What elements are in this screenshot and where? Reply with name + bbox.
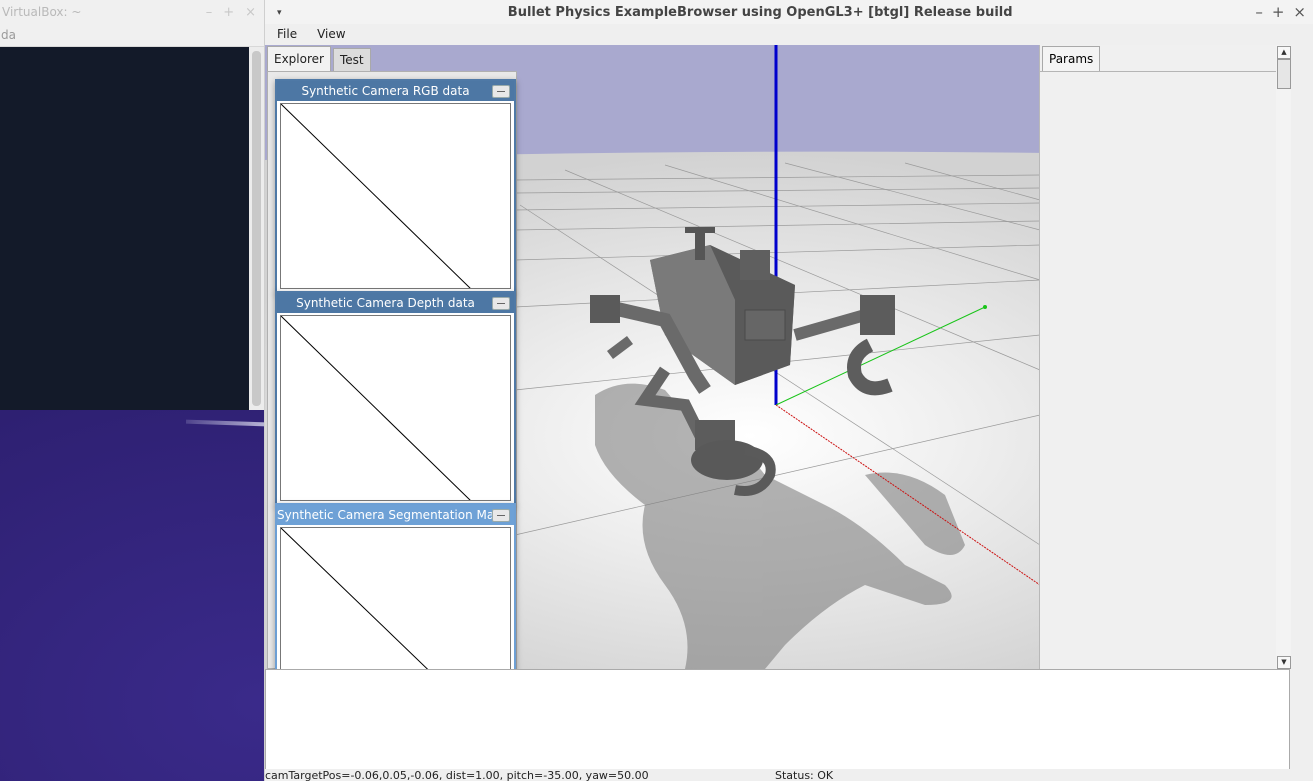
camera-rgb-titlebar[interactable]: Synthetic Camera RGB data bbox=[277, 81, 514, 101]
y-axis-marker bbox=[983, 305, 987, 309]
menu-file[interactable]: File bbox=[265, 27, 305, 41]
camera-depth-title: Synthetic Camera Depth data bbox=[296, 296, 475, 310]
main-window-title: Bullet Physics ExampleBrowser using Open… bbox=[507, 4, 1013, 20]
bg-close-button[interactable]: × bbox=[245, 5, 256, 20]
minimize-button[interactable]: – bbox=[1255, 3, 1263, 21]
empty-image-icon bbox=[281, 104, 471, 288]
camera-depth-titlebar[interactable]: Synthetic Camera Depth data bbox=[277, 293, 514, 313]
scrollbar-thumb[interactable] bbox=[1277, 59, 1291, 89]
maximize-button[interactable]: + bbox=[1272, 3, 1285, 21]
camera-depth-canvas bbox=[280, 315, 511, 501]
camera-rgb-canvas bbox=[280, 103, 511, 289]
params-body[interactable] bbox=[1040, 71, 1277, 669]
tab-explorer[interactable]: Explorer bbox=[267, 46, 331, 71]
camera-segmentation-titlebar[interactable]: Synthetic Camera Segmentation Mask bbox=[277, 505, 514, 525]
bg-menu-item[interactable]: da bbox=[1, 28, 16, 42]
terminal-area[interactable] bbox=[0, 47, 249, 410]
params-panel: Params bbox=[1039, 45, 1277, 669]
minimize-icon[interactable] bbox=[492, 85, 510, 98]
scroll-down-icon[interactable]: ▼ bbox=[1277, 656, 1291, 669]
explorer-tabs: Explorer Test bbox=[267, 46, 371, 71]
main-titlebar[interactable]: ▾ Bullet Physics ExampleBrowser using Op… bbox=[265, 0, 1313, 24]
minimize-icon[interactable] bbox=[492, 509, 510, 522]
console-output[interactable] bbox=[265, 669, 1290, 771]
camera-rgb-title: Synthetic Camera RGB data bbox=[301, 84, 470, 98]
tab-test[interactable]: Test bbox=[332, 48, 371, 71]
main-menubar: File View bbox=[265, 24, 1313, 44]
camera-rgb-window[interactable]: Synthetic Camera RGB data bbox=[275, 79, 516, 294]
bg-minimize-button[interactable]: – bbox=[206, 5, 213, 20]
menu-view[interactable]: View bbox=[305, 27, 353, 41]
close-button[interactable]: × bbox=[1293, 3, 1306, 21]
bg-scrollbar-thumb[interactable] bbox=[252, 51, 261, 406]
status-bar: camTargetPos=-0.06,0.05,-0.06, dist=1.00… bbox=[265, 769, 1313, 781]
right-scrollbar[interactable]: ▲ ▼ bbox=[1276, 45, 1291, 669]
camera-segmentation-title: Synthetic Camera Segmentation Mask bbox=[277, 508, 508, 522]
explorer-panel: Explorer Test Synthetic Camera RGB data … bbox=[265, 45, 517, 718]
background-window-titlebar[interactable]: VirtualBox: ~ – + × bbox=[0, 0, 264, 24]
desktop-decoration bbox=[185, 419, 267, 427]
background-window-title: VirtualBox: ~ bbox=[2, 5, 82, 19]
empty-image-icon bbox=[281, 316, 471, 500]
camera-status-text: camTargetPos=-0.06,0.05,-0.06, dist=1.00… bbox=[265, 769, 649, 781]
status-text: Status: OK bbox=[775, 769, 834, 781]
bg-scrollbar[interactable] bbox=[249, 47, 264, 410]
minimize-icon[interactable] bbox=[492, 297, 510, 310]
window-menu-icon[interactable]: ▾ bbox=[277, 8, 282, 18]
tab-params[interactable]: Params bbox=[1042, 46, 1101, 71]
scroll-up-icon[interactable]: ▲ bbox=[1277, 46, 1291, 59]
background-window[interactable]: VirtualBox: ~ – + × da bbox=[0, 0, 264, 410]
background-window-menubar: da bbox=[0, 24, 264, 47]
bg-maximize-button[interactable]: + bbox=[223, 5, 234, 20]
main-window[interactable]: ▾ Bullet Physics ExampleBrowser using Op… bbox=[264, 0, 1313, 781]
camera-depth-window[interactable]: Synthetic Camera Depth data bbox=[275, 291, 516, 506]
